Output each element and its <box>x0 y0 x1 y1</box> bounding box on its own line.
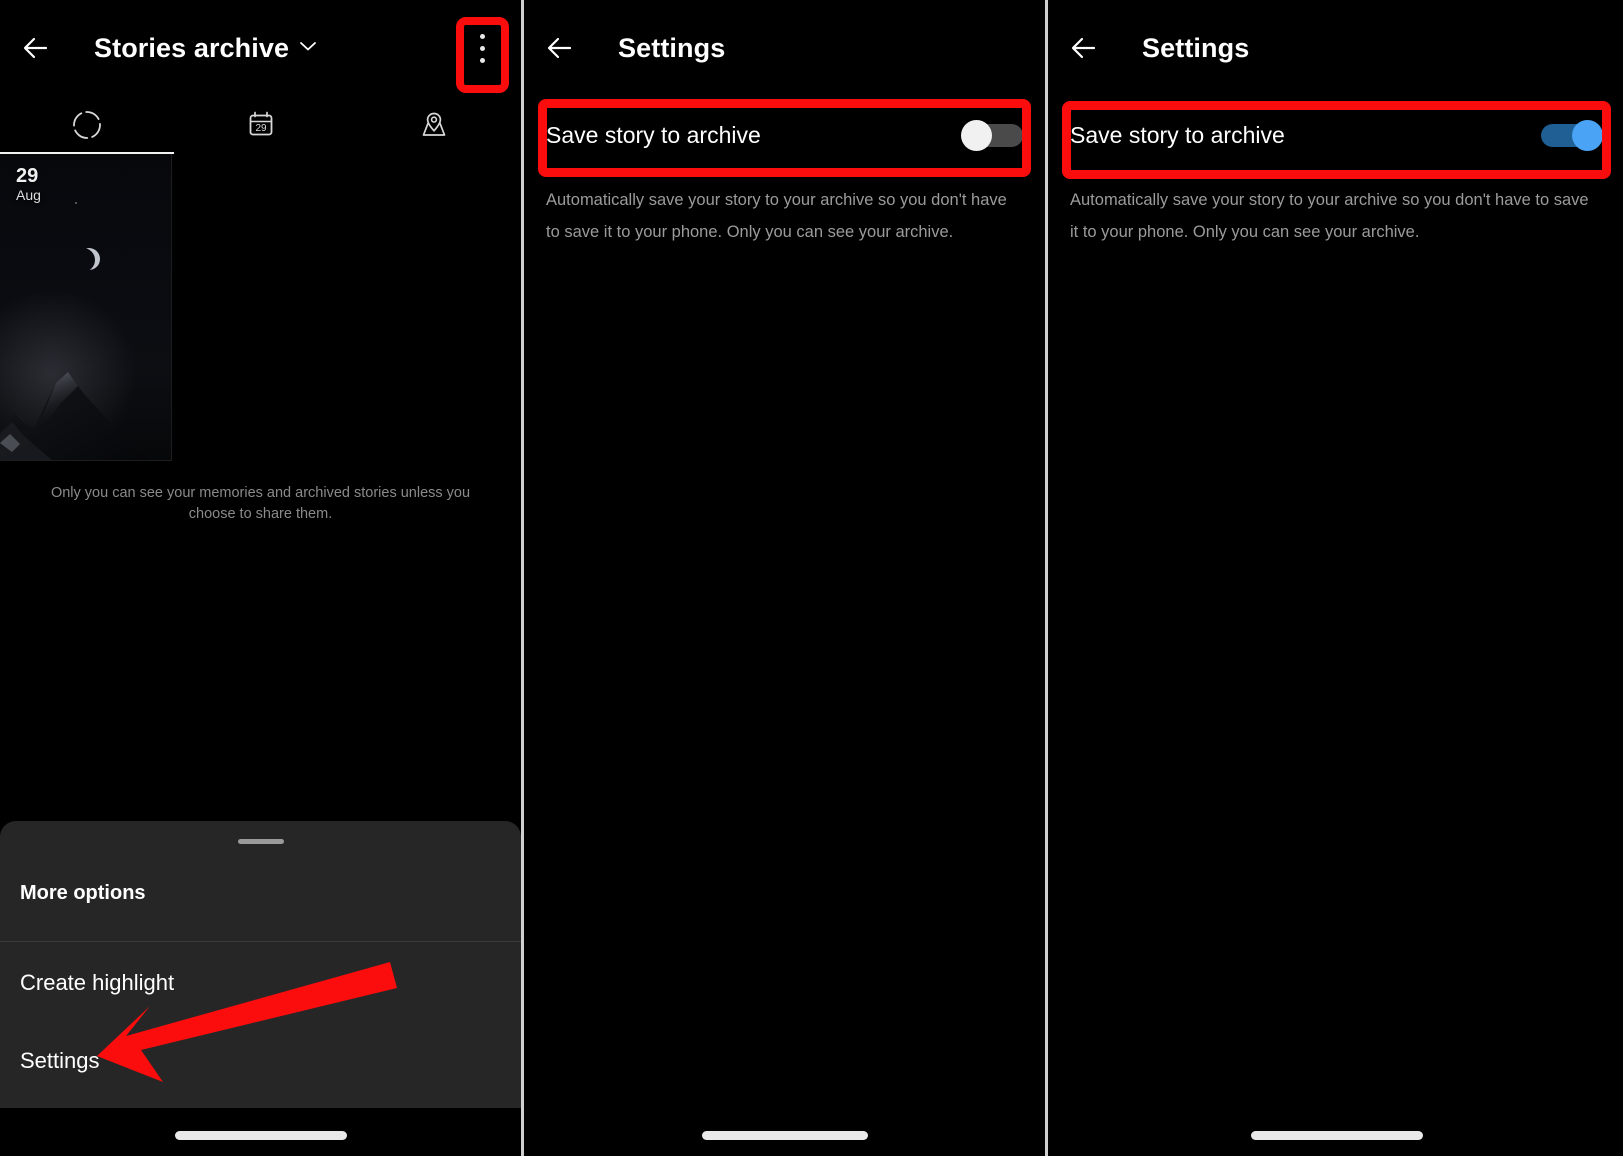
archive-privacy-caption: Only you can see your memories and archi… <box>50 485 471 523</box>
home-indicator <box>701 1131 868 1140</box>
kebab-dot <box>479 33 485 39</box>
story-date: 29 Aug <box>16 166 41 203</box>
back-arrow-icon[interactable] <box>538 25 584 71</box>
page-title: Stories archive <box>94 32 290 63</box>
page-title: Settings <box>1142 32 1250 63</box>
page-title: Settings <box>618 32 726 63</box>
kebab-dot <box>479 57 485 63</box>
stories-ring-icon <box>72 111 101 139</box>
home-indicator <box>1250 1131 1423 1140</box>
story-thumbnail[interactable]: 29 Aug <box>0 154 172 461</box>
setting-row-save-story[interactable]: Save story to archive <box>1048 96 1623 174</box>
archive-tabs: 29 <box>0 96 521 154</box>
toggle-knob <box>961 120 992 151</box>
tab-map[interactable] <box>347 96 521 154</box>
sheet-item-settings[interactable]: Settings <box>0 1020 521 1108</box>
setting-description: Automatically save your story to your ar… <box>546 191 1007 242</box>
setting-label: Save story to archive <box>1070 121 1285 148</box>
home-indicator <box>174 1131 347 1140</box>
chevron-down-icon[interactable] <box>299 39 317 57</box>
kebab-dot <box>479 45 485 51</box>
app-bar: Settings <box>1048 0 1623 96</box>
app-bar: Settings <box>524 0 1045 96</box>
panel-stories-archive: Stories archive 29 29 Aug Only you can s… <box>0 0 521 1156</box>
kebab-menu-icon[interactable] <box>465 25 499 71</box>
back-arrow-icon[interactable] <box>1062 25 1108 71</box>
back-arrow-icon[interactable] <box>14 25 60 71</box>
save-story-toggle[interactable] <box>1541 120 1603 151</box>
save-story-toggle[interactable] <box>961 120 1023 151</box>
mountain-image <box>0 372 150 460</box>
title-group[interactable]: Stories archive <box>94 33 317 64</box>
more-options-sheet: More options Create highlight Settings <box>0 821 521 1108</box>
story-day: 29 <box>16 165 39 187</box>
setting-label: Save story to archive <box>546 121 761 148</box>
panel-settings-off: Settings Save story to archive Automatic… <box>524 0 1045 1156</box>
sheet-item-create-highlight[interactable]: Create highlight <box>0 942 521 1020</box>
setting-description: Automatically save your story to your ar… <box>1070 191 1589 242</box>
story-month: Aug <box>16 187 41 203</box>
sky-speck <box>75 202 77 204</box>
sheet-title: More options <box>20 882 146 904</box>
tab-calendar[interactable]: 29 <box>174 96 348 154</box>
calendar-badge: 29 <box>255 123 267 134</box>
crescent-moon <box>78 248 100 270</box>
setting-row-save-story[interactable]: Save story to archive <box>524 96 1045 174</box>
tab-stories[interactable] <box>0 96 174 154</box>
app-bar: Stories archive <box>0 0 521 96</box>
screenshot-strip: Stories archive 29 29 Aug Only you can s… <box>0 0 1623 1156</box>
panel-settings-on: Settings Save story to archive Automatic… <box>1048 0 1623 1156</box>
map-pin-icon <box>422 112 446 136</box>
stories-grid: 29 Aug <box>0 154 521 461</box>
calendar-icon: 29 <box>249 111 272 136</box>
toggle-knob <box>1572 120 1603 151</box>
